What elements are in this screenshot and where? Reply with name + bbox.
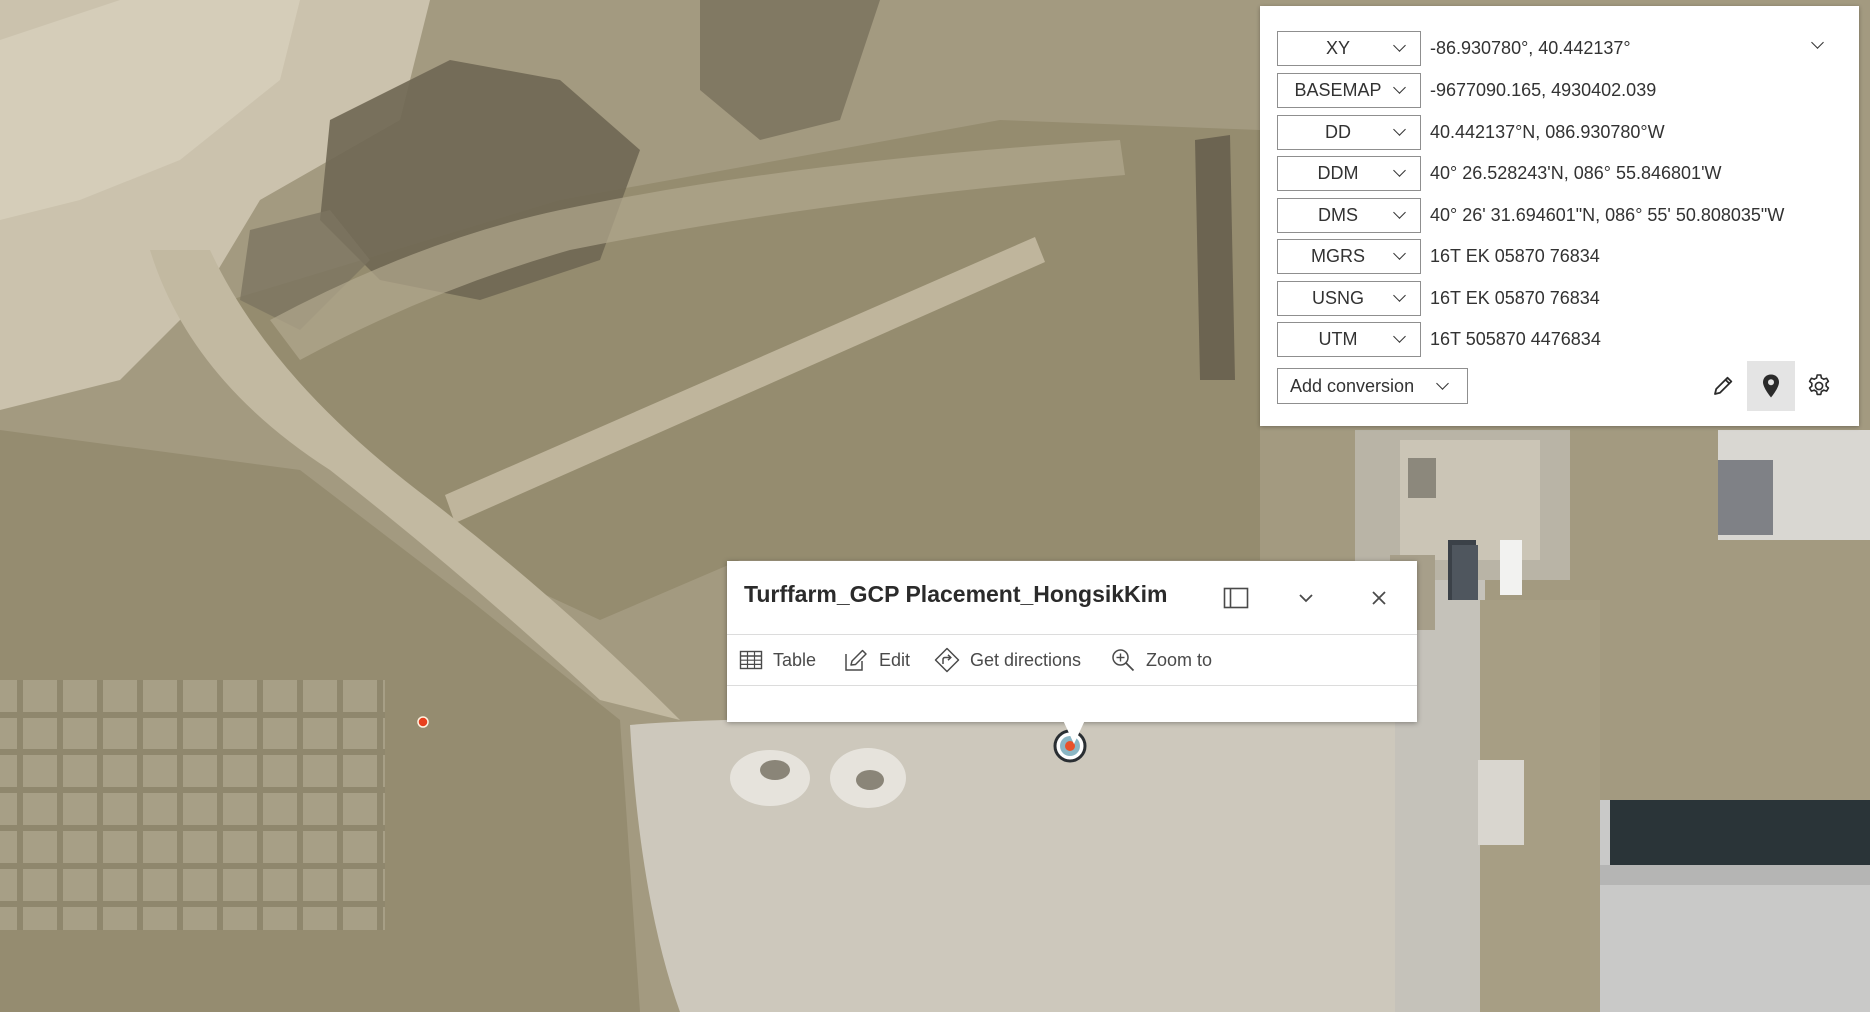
close-icon — [1372, 591, 1386, 605]
format-label: MGRS — [1311, 246, 1365, 266]
chevron-down-icon — [1393, 289, 1406, 302]
coordinate-value: 16T EK 05870 76834 — [1430, 288, 1600, 308]
table-icon — [739, 650, 763, 670]
edit-input-button[interactable] — [1699, 361, 1747, 411]
format-select-usng[interactable]: USNG — [1277, 281, 1421, 316]
dock-icon — [1223, 587, 1249, 609]
coordinate-value: 40° 26' 31.694601"N, 086° 55' 50.808035"… — [1430, 205, 1785, 225]
chevron-down-icon — [1393, 206, 1406, 219]
conversion-row-dms: DMS 40° 26' 31.694601"N, 086° 55' 50.808… — [1277, 197, 1784, 234]
gear-icon — [1808, 374, 1830, 396]
coordinate-value: -86.930780°, 40.442137° — [1430, 38, 1631, 58]
dock-popup-button[interactable] — [1217, 579, 1255, 617]
add-conversion-button[interactable]: Add conversion — [1277, 368, 1468, 404]
format-select-utm[interactable]: UTM — [1277, 322, 1421, 357]
conversion-row-usng: USNG 16T EK 05870 76834 — [1277, 280, 1600, 317]
zoom-to-action[interactable]: Zoom to — [1110, 635, 1212, 685]
table-action[interactable]: Table — [739, 635, 816, 685]
format-label: UTM — [1318, 329, 1358, 349]
pencil-icon — [1714, 376, 1733, 395]
format-label: XY — [1325, 38, 1350, 58]
popup-action-bar: Table Edit Get directions Zoom to — [727, 635, 1417, 686]
chevron-down-icon — [1393, 330, 1406, 343]
collapse-popup-button[interactable] — [1287, 579, 1325, 617]
conversion-row-dd: DD 40.442137°N, 086.930780°W — [1277, 114, 1665, 151]
chevron-down-icon — [1811, 36, 1824, 49]
edit-action-label: Edit — [879, 649, 911, 670]
close-popup-button[interactable] — [1360, 579, 1398, 617]
edit-icon — [845, 649, 867, 671]
format-select-basemap[interactable]: BASEMAP — [1277, 73, 1421, 108]
format-label: DMS — [1318, 205, 1358, 225]
directions-icon — [934, 647, 960, 673]
format-select-xy[interactable]: XY — [1277, 31, 1421, 66]
zoom-to-icon — [1112, 649, 1135, 672]
collapse-panel-button[interactable] — [1803, 36, 1829, 60]
format-label: DD — [1325, 122, 1351, 142]
zoom-to-label: Zoom to — [1146, 649, 1213, 670]
coordinate-value: 40.442137°N, 086.930780°W — [1430, 122, 1665, 142]
table-action-label: Table — [773, 649, 817, 670]
get-directions-label: Get directions — [970, 649, 1082, 670]
coordinate-conversion-panel: XY -86.930780°, 40.442137° BASEMAP -9677… — [1260, 6, 1859, 426]
get-directions-action[interactable]: Get directions — [934, 635, 1081, 685]
map-point-button[interactable] — [1747, 361, 1795, 411]
format-select-dms[interactable]: DMS — [1277, 198, 1421, 233]
gcp-point-marker[interactable] — [416, 715, 430, 729]
chevron-down-icon — [1393, 247, 1406, 260]
format-select-dd[interactable]: DD — [1277, 115, 1421, 150]
conversion-row-basemap: BASEMAP -9677090.165, 4930402.039 — [1277, 72, 1656, 109]
format-label: DDM — [1317, 163, 1359, 183]
popup-title: Turffarm_GCP Placement_HongsikKim — [744, 581, 1168, 607]
feature-popup: Turffarm_GCP Placement_HongsikKim Table … — [727, 561, 1417, 722]
format-select-mgrs[interactable]: MGRS — [1277, 239, 1421, 274]
conversion-row-ddm: DDM 40° 26.528243'N, 086° 55.846801'W — [1277, 155, 1722, 192]
coordinate-value: -9677090.165, 4930402.039 — [1430, 80, 1657, 100]
map-pin-icon — [1763, 374, 1779, 398]
coordinate-value: 16T EK 05870 76834 — [1430, 246, 1600, 266]
chevron-down-icon — [1393, 164, 1406, 177]
conversion-row-mgrs: MGRS 16T EK 05870 76834 — [1277, 238, 1600, 275]
format-select-ddm[interactable]: DDM — [1277, 156, 1421, 191]
settings-button[interactable] — [1795, 361, 1843, 411]
chevron-down-icon — [1393, 39, 1406, 52]
coordinate-value: 40° 26.528243'N, 086° 55.846801'W — [1430, 163, 1722, 183]
chevron-down-icon — [1393, 81, 1406, 94]
conversion-row-xy: XY -86.930780°, 40.442137° — [1277, 30, 1631, 67]
format-label: USNG — [1311, 288, 1364, 308]
chevron-down-icon — [1299, 594, 1313, 603]
chevron-down-icon — [1393, 123, 1406, 136]
chevron-down-icon — [1436, 377, 1449, 390]
edit-action[interactable]: Edit — [843, 635, 910, 685]
coordinate-value: 16T 505870 4476834 — [1430, 329, 1601, 349]
conversion-row-utm: UTM 16T 505870 4476834 — [1277, 321, 1601, 358]
popup-pointer — [1062, 718, 1086, 744]
format-label: BASEMAP — [1294, 80, 1382, 100]
popup-header: Turffarm_GCP Placement_HongsikKim — [727, 561, 1417, 635]
add-conversion-label: Add conversion — [1290, 375, 1415, 396]
